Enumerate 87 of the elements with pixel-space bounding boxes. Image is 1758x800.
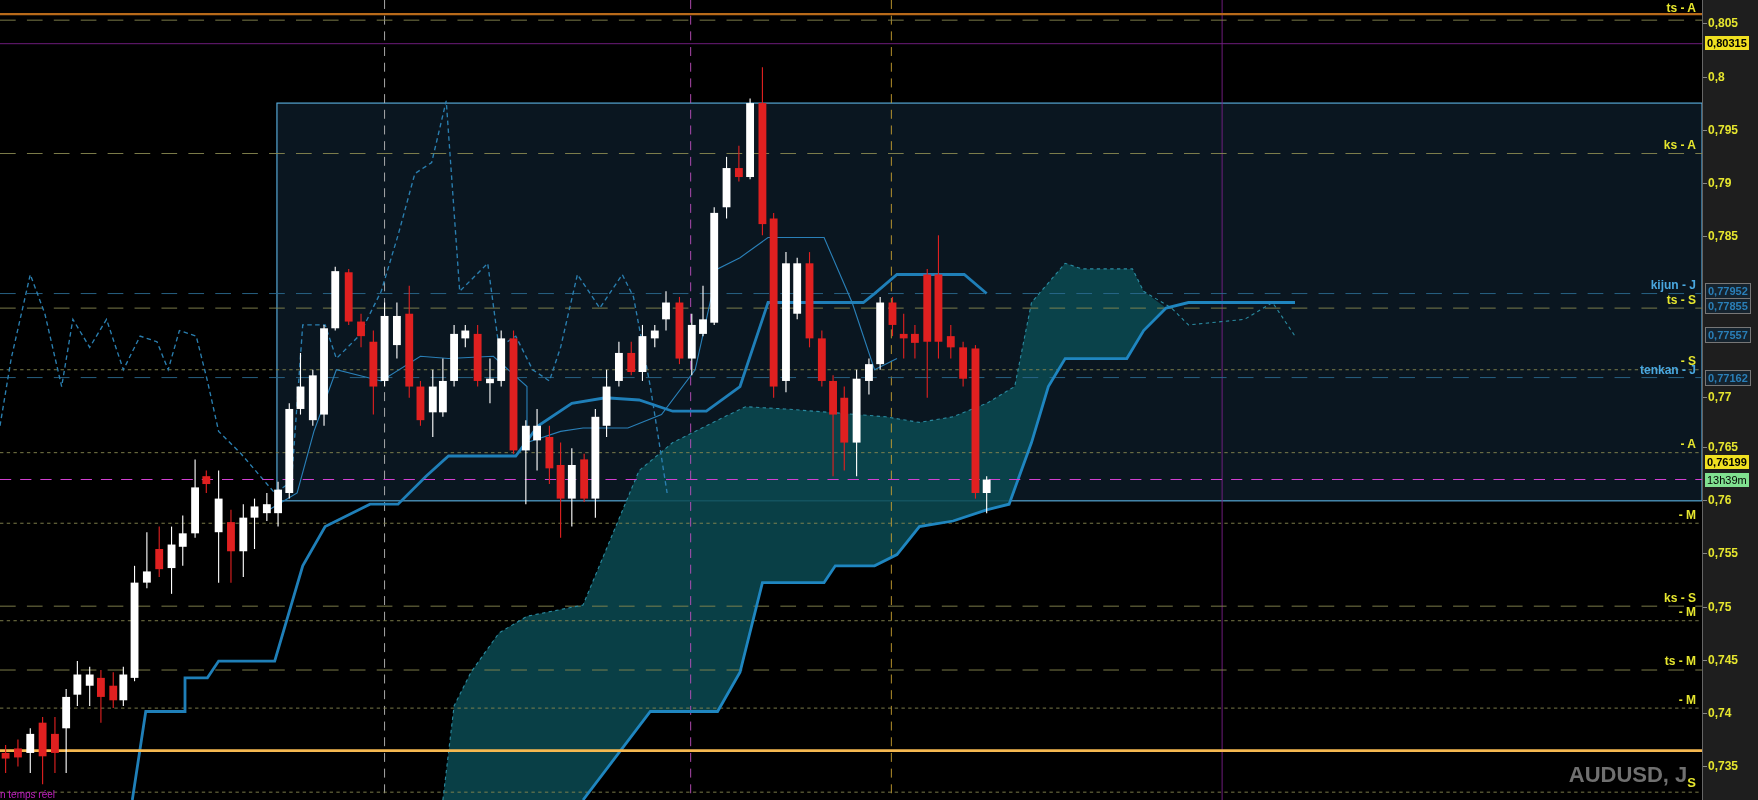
candle: [308, 369, 317, 427]
candle: [662, 290, 670, 332]
price-tag: 0,80315: [1705, 36, 1749, 50]
candle: [428, 369, 437, 438]
price-tag: 0,77162: [1705, 370, 1751, 386]
candle: [946, 324, 955, 360]
candle: [734, 145, 743, 183]
candle: [888, 296, 897, 337]
level-label: - M: [1678, 507, 1696, 523]
status-text: n temps réel: [0, 789, 56, 800]
symbol-label: AUDUSD, J$_{S}$: [1568, 761, 1696, 790]
candle: [450, 324, 458, 388]
candle: [438, 358, 447, 418]
candle: [473, 324, 482, 388]
candle: [331, 266, 340, 332]
candle: [580, 453, 589, 503]
candle: [650, 324, 659, 348]
candle: [296, 352, 305, 416]
candle: [722, 156, 731, 220]
candle: [357, 313, 365, 348]
candle: [687, 313, 696, 376]
axis-tick-label: 0,76: [1703, 492, 1732, 508]
candle: [486, 358, 494, 404]
candle: [51, 716, 59, 774]
candle: [627, 341, 636, 376]
price-tag: 13h39m: [1705, 473, 1749, 487]
axis-tick-label: 0,765: [1703, 439, 1739, 455]
price-tag: 0,77557: [1705, 327, 1751, 343]
candle: [250, 498, 259, 550]
candle: [202, 470, 211, 494]
candle: [602, 369, 611, 438]
candle: [416, 380, 425, 427]
candle: [959, 341, 968, 388]
axis-tick-label: 0,8: [1703, 69, 1725, 85]
candle: [85, 666, 94, 707]
level-label: - M: [1678, 692, 1696, 708]
candle: [675, 296, 684, 365]
candle: [545, 425, 554, 485]
axis-tick-label: 0,735: [1703, 758, 1739, 774]
candle: [899, 313, 908, 360]
axis-tick-label: 0,785: [1703, 228, 1739, 244]
price-tag: 0,77952: [1705, 283, 1751, 299]
candle: [497, 329, 506, 388]
candle: [533, 408, 541, 472]
candle: [274, 481, 282, 528]
axis-tick-label: 0,75: [1703, 599, 1732, 615]
level-label: ts - A: [1666, 0, 1696, 16]
axis-tick-label: 0,805: [1703, 15, 1739, 31]
candle: [73, 660, 82, 707]
candle: [262, 492, 271, 522]
level-label: - M: [1678, 604, 1696, 620]
candle: [911, 324, 919, 360]
price-tag: 0,76199: [1705, 455, 1749, 469]
candle: [119, 666, 128, 707]
candle: [26, 727, 35, 774]
axis-tick-label: 0,74: [1703, 705, 1732, 721]
candle: [461, 324, 470, 348]
candle: [142, 531, 151, 589]
candle: [178, 514, 187, 567]
candle: [344, 268, 353, 326]
axis-tick-label: 0,795: [1703, 122, 1739, 138]
candle: [699, 285, 707, 337]
axis-tick-label: 0,745: [1703, 652, 1739, 668]
candle: [393, 301, 401, 360]
level-label: ks - A: [1663, 137, 1696, 153]
candle: [167, 526, 176, 595]
candle: [865, 358, 873, 395]
level-label: - A: [1680, 436, 1696, 452]
level-label: ts - M: [1664, 653, 1696, 669]
axis-tick-label: 0,79: [1703, 175, 1732, 191]
candle: [615, 341, 623, 388]
candle: [638, 324, 647, 382]
candle: [155, 526, 164, 578]
level-label: ks - S: [1664, 590, 1696, 606]
candle: [97, 669, 105, 724]
level-label: kijun - J: [1650, 277, 1696, 293]
candle: [1, 744, 10, 774]
candle: [38, 716, 47, 785]
candle: [14, 738, 22, 767]
candle: [109, 671, 118, 709]
price-tag: 0,77855: [1705, 298, 1751, 314]
candle: [793, 257, 802, 320]
candle: [982, 475, 991, 514]
level-label: ts - S: [1666, 292, 1696, 308]
axis-tick-label: 0,755: [1703, 545, 1739, 561]
candle: [817, 329, 826, 388]
axis-tick-label: 0,77: [1703, 389, 1732, 405]
